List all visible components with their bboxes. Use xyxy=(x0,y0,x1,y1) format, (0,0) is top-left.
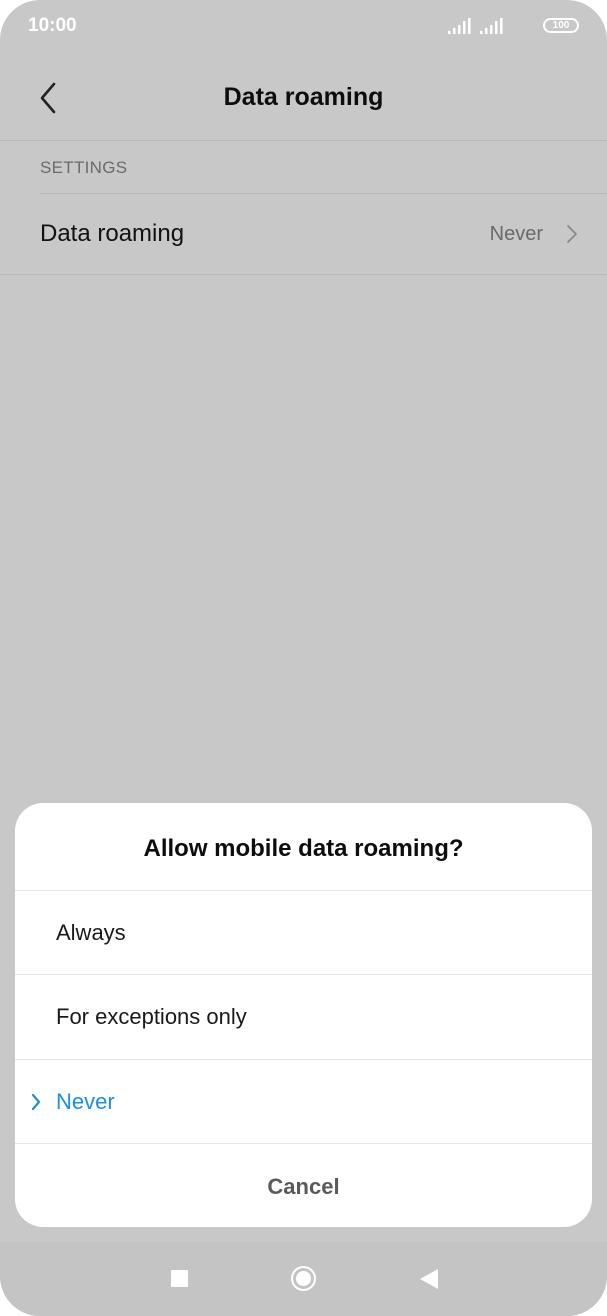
divider xyxy=(40,193,607,194)
home-dot xyxy=(296,1271,311,1286)
setting-value: Never xyxy=(489,223,543,245)
option-label: Always xyxy=(56,920,126,945)
cancel-button[interactable]: Cancel xyxy=(15,1144,592,1227)
battery-level: 100 xyxy=(552,20,570,31)
setting-label: Data roaming xyxy=(40,220,185,247)
status-time: 10:00 xyxy=(28,15,77,36)
option-label: For exceptions only xyxy=(56,1004,247,1029)
roaming-dialog: Allow mobile data roaming? Always For ex… xyxy=(15,803,592,1227)
option-always[interactable]: Always xyxy=(15,891,592,975)
recents-square-icon[interactable] xyxy=(171,1270,188,1287)
signal-icon xyxy=(480,18,503,34)
back-triangle-icon[interactable] xyxy=(419,1268,439,1290)
divider xyxy=(0,140,607,141)
cancel-label: Cancel xyxy=(267,1174,340,1199)
home-circle-icon[interactable] xyxy=(291,1266,316,1291)
divider xyxy=(0,274,607,275)
option-label: Never xyxy=(56,1089,115,1114)
data-roaming-row[interactable]: Data roaming Never xyxy=(0,195,607,275)
page-title: Data roaming xyxy=(223,83,384,111)
option-never[interactable]: Never xyxy=(15,1060,592,1144)
selected-chevron-icon xyxy=(31,1093,41,1111)
navigation-bar xyxy=(0,1242,607,1316)
header: Data roaming xyxy=(0,54,607,140)
dialog-title: Allow mobile data roaming? xyxy=(143,835,464,862)
option-exceptions-only[interactable]: For exceptions only xyxy=(15,975,592,1059)
battery-icon: 100 xyxy=(543,18,579,33)
signal-icon xyxy=(448,18,471,34)
section-label: SETTINGS xyxy=(40,158,128,177)
phone-screen: 10:00 100 Data roaming SETTINGS Data roa… xyxy=(0,0,607,1316)
status-bar: 10:00 100 xyxy=(0,0,607,54)
chevron-right-icon xyxy=(567,225,577,243)
